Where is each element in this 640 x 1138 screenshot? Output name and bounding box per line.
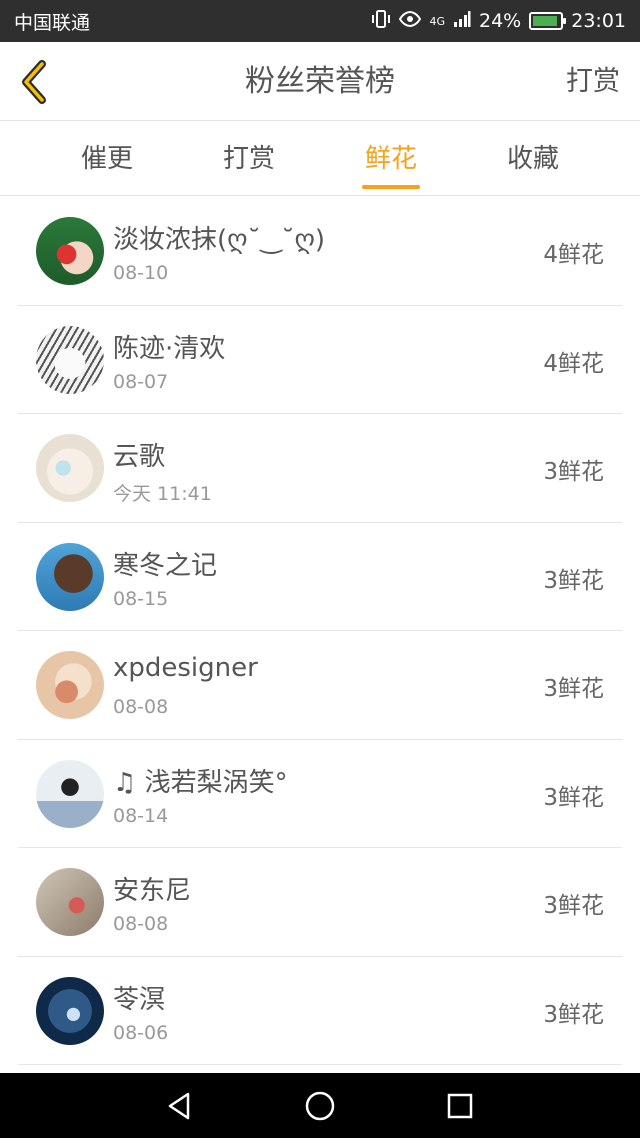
system-nav-bar xyxy=(0,1073,640,1138)
fan-name: 陈迹·清欢 xyxy=(113,333,226,364)
avatar[interactable] xyxy=(36,542,104,611)
fan-date: 今天 11:41 xyxy=(113,483,212,505)
list-item[interactable]: xpdesigner 08-08 3鲜花 xyxy=(18,631,622,740)
list-item[interactable]: 淡妆浓抹(ღ˘‿˘ღ) 08-10 4鲜花 xyxy=(18,197,622,306)
fan-date: 08-08 xyxy=(113,913,169,935)
avatar[interactable] xyxy=(36,651,104,719)
fan-list[interactable]: 淡妆浓抹(ღ˘‿˘ღ) 08-10 4鲜花 陈迹·清欢 08-07 4鲜花 云歌… xyxy=(0,197,640,1073)
triangle-back-icon xyxy=(168,1092,190,1119)
flower-count: 4鲜花 xyxy=(543,350,604,377)
nav-back-button[interactable] xyxy=(164,1090,196,1122)
nav-home-button[interactable] xyxy=(304,1090,336,1122)
eye-icon xyxy=(399,10,422,33)
flower-count: 3鲜花 xyxy=(543,784,604,811)
fan-date: 08-10 xyxy=(113,262,169,284)
fan-name: 安东尼 xyxy=(113,876,192,906)
page-title: 粉丝荣誉榜 xyxy=(245,64,395,99)
list-item[interactable]: ♫ 浅若梨涡笑° 08-14 3鲜花 xyxy=(18,740,622,848)
status-icons: 4G 24% 23:01 xyxy=(371,9,626,34)
fan-name: 寒冬之记 xyxy=(113,550,218,581)
tab-bar: 催更 打赏 鲜花 收藏 xyxy=(0,122,640,196)
carrier-name: 中国联通 xyxy=(14,11,91,34)
tab-flowers[interactable]: 鲜花 xyxy=(320,122,462,195)
flower-count: 3鲜花 xyxy=(543,567,604,594)
vibrate-icon xyxy=(371,9,391,34)
battery-icon xyxy=(529,12,567,30)
fan-name: xpdesigner xyxy=(113,653,258,683)
list-item[interactable]: 陈迹·清欢 08-07 4鲜花 xyxy=(18,306,622,414)
list-item[interactable]: 云歌 今天 11:41 3鲜花 xyxy=(18,414,622,523)
avatar[interactable] xyxy=(36,434,104,502)
signal-icon xyxy=(453,10,471,33)
clock: 23:01 xyxy=(571,10,626,32)
nav-recents-button[interactable] xyxy=(444,1090,476,1122)
flower-count: 4鲜花 xyxy=(543,242,604,268)
app-header: 粉丝荣誉榜 打赏 xyxy=(0,42,640,121)
fan-date: 08-08 xyxy=(113,696,169,718)
square-recents-icon xyxy=(447,1093,473,1118)
flower-count: 3鲜花 xyxy=(543,459,604,485)
circle-home-icon xyxy=(305,1091,335,1120)
fan-name: ♫ 浅若梨涡笑° xyxy=(113,767,288,798)
flower-count: 3鲜花 xyxy=(543,676,604,702)
avatar[interactable] xyxy=(36,325,104,394)
battery-percent: 24% xyxy=(479,10,522,32)
network-type: 4G xyxy=(429,14,445,28)
avatar[interactable] xyxy=(36,976,104,1045)
fan-date: 08-14 xyxy=(113,804,169,827)
flower-count: 3鲜花 xyxy=(543,893,604,919)
reward-button[interactable]: 打赏 xyxy=(566,42,620,121)
avatar[interactable] xyxy=(36,759,104,828)
fan-date: 08-07 xyxy=(113,370,169,393)
list-item[interactable]: 寒冬之记 08-15 3鲜花 xyxy=(18,523,622,631)
avatar[interactable] xyxy=(36,217,104,285)
flower-count: 3鲜花 xyxy=(543,1001,604,1028)
list-item[interactable]: 苓溟 08-06 3鲜花 xyxy=(18,957,622,1065)
avatar[interactable] xyxy=(36,868,104,936)
fan-name: 苓溟 xyxy=(113,984,166,1015)
list-item[interactable]: 安东尼 08-08 3鲜花 xyxy=(18,848,622,957)
fan-name: 云歌 xyxy=(113,442,166,472)
status-bar: 中国联通 4G 24% 23:01 xyxy=(0,0,640,42)
fan-name: 淡妆浓抹(ღ˘‿˘ღ) xyxy=(113,225,326,255)
tab-favorites[interactable]: 收藏 xyxy=(462,122,604,195)
fan-date: 08-15 xyxy=(113,587,169,610)
tab-reward[interactable]: 打赏 xyxy=(178,122,320,195)
fan-date: 08-06 xyxy=(113,1021,169,1044)
tab-urge[interactable]: 催更 xyxy=(36,122,178,195)
